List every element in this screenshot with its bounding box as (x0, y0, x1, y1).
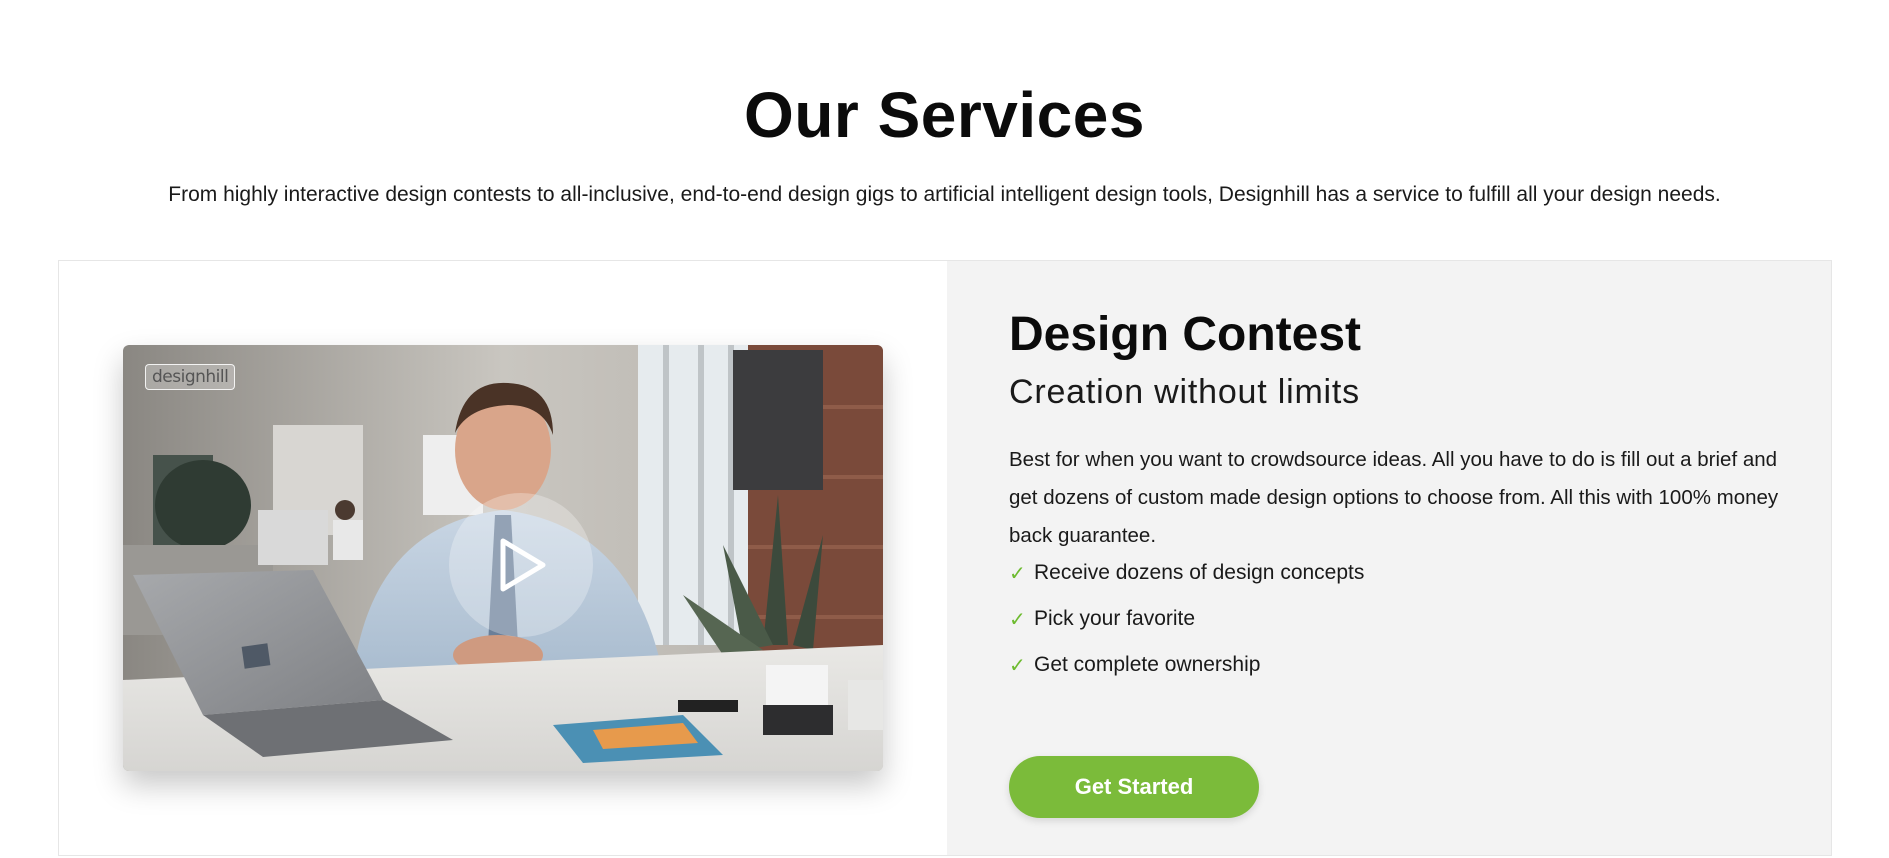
feature-text: Pick your favorite (1034, 607, 1196, 630)
section-subtitle: From highly interactive design contests … (168, 183, 1721, 206)
services-page: Our Services From highly interactive des… (0, 0, 1889, 858)
designhill-logo: designhill (145, 364, 236, 390)
check-icon: ✓ (1009, 563, 1026, 585)
list-item: ✓ Get complete ownership (1009, 653, 1364, 699)
list-item: ✓ Receive dozens of design concepts (1009, 561, 1364, 607)
video-player[interactable]: designhill (123, 345, 883, 771)
feature-text: Receive dozens of design concepts (1034, 561, 1365, 584)
contest-title: Design Contest (1009, 308, 1362, 361)
contest-description: Best for when you want to crowdsource id… (1009, 448, 1779, 547)
list-item: ✓ Pick your favorite (1009, 607, 1364, 653)
contest-tagline: Creation without limits (1009, 373, 1360, 411)
feature-text: Get complete ownership (1034, 653, 1261, 676)
check-icon: ✓ (1009, 655, 1026, 677)
get-started-button[interactable]: Get Started (1009, 756, 1259, 818)
check-icon: ✓ (1009, 609, 1026, 631)
section-title: Our Services (744, 79, 1145, 151)
service-card: designhill Design Contest Creation witho… (58, 260, 1832, 856)
feature-list: ✓ Receive dozens of design concepts ✓ Pi… (1009, 561, 1364, 699)
play-icon[interactable] (489, 533, 553, 597)
